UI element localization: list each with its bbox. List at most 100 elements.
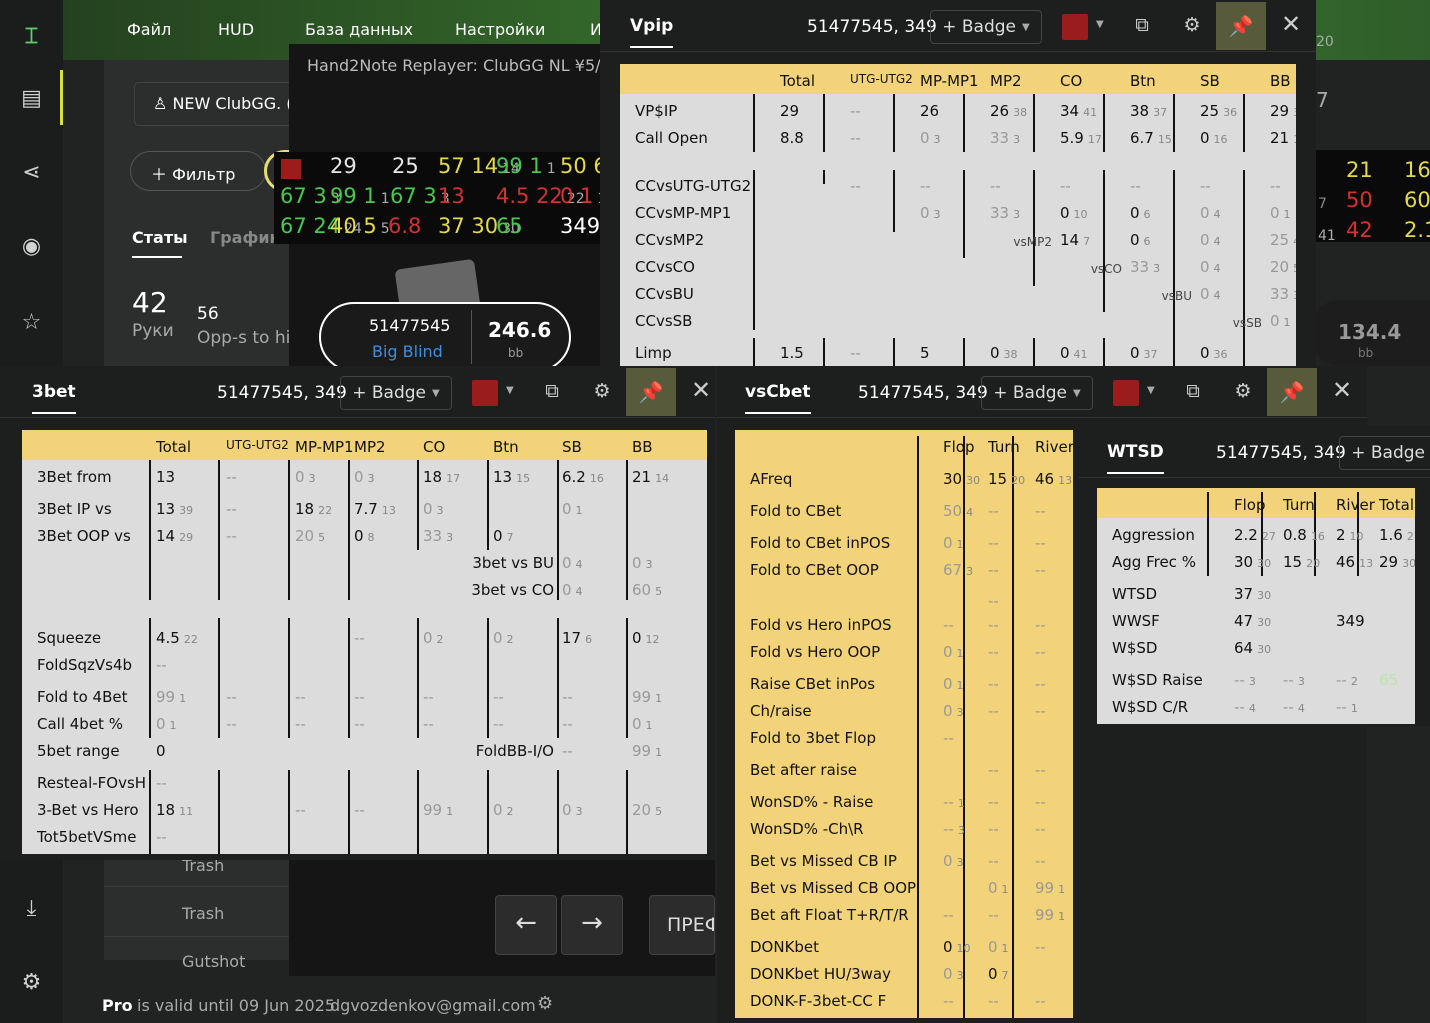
stat-cell: 7.7 13	[354, 500, 396, 518]
add-badge-button[interactable]: + Badge▼	[981, 376, 1093, 410]
add-badge-button[interactable]: + Badge▼	[340, 376, 452, 410]
stat-value: 20	[295, 527, 315, 545]
chevron-down-icon[interactable]: ▼	[1147, 385, 1155, 396]
column-separator	[557, 770, 559, 854]
stat-value: --	[1283, 671, 1294, 689]
add-badge-button[interactable]: + Badge▼	[930, 10, 1042, 44]
menu-database[interactable]: База данных	[305, 20, 413, 39]
download-icon[interactable]: ⤓	[0, 888, 63, 928]
stat-value: --	[1035, 793, 1046, 811]
hud-stat[interactable]: 29	[330, 154, 357, 178]
club-select[interactable]: ♙ NEW ClubGG. (	[134, 82, 294, 126]
stat-cell: 25 36	[1200, 102, 1237, 120]
chevron-down-icon[interactable]: ▼	[506, 385, 514, 396]
stat-cell: 13	[156, 468, 175, 486]
stat-sample: 30	[1257, 616, 1272, 629]
gear-icon[interactable]: ⚙	[588, 380, 616, 402]
hud-stat[interactable]: 25	[392, 154, 419, 178]
stat-value: vsCO	[1090, 262, 1122, 276]
stat-value: 0	[1130, 204, 1140, 222]
add-badge-button[interactable]: + Badge▼	[1339, 436, 1430, 470]
column-header: Turn	[988, 438, 1020, 456]
stat-cell: 03	[632, 554, 653, 572]
tab-stats[interactable]: Статы	[132, 228, 188, 247]
prev-button[interactable]: ←	[495, 895, 557, 955]
hud-stat[interactable]: 40 55	[330, 214, 390, 238]
club-name: NEW ClubGG. (	[172, 94, 293, 113]
stat-value: --	[988, 534, 999, 552]
hero-seat[interactable]: 51477545 Big Blind 246.6 bb	[319, 302, 571, 372]
stat-value: 0	[988, 938, 998, 956]
close-icon[interactable]: ✕	[1276, 10, 1306, 38]
stat-value: 5.9	[1060, 129, 1084, 147]
window-title-tab[interactable]: WTSD	[1107, 442, 1164, 474]
star-list-icon[interactable]: ☆	[0, 302, 63, 342]
window-player-id: 51477545, 349	[217, 383, 347, 403]
stat-value: --	[226, 527, 237, 545]
villain-seat[interactable]: 134.4 bb	[1310, 300, 1430, 366]
stat-value: 13	[156, 468, 176, 486]
stat-value: 6.7	[1130, 129, 1154, 147]
pin-icon[interactable]: 📌	[1216, 2, 1266, 50]
broadcast-icon[interactable]: ◉	[0, 226, 63, 266]
hud-stat[interactable]: 349	[560, 214, 600, 238]
logo-icon[interactable]: ⌶	[0, 16, 63, 56]
stat-sample: 3	[446, 531, 454, 544]
hud-stat[interactable]: 99 11	[330, 184, 390, 208]
stat-cell: 15 20	[1283, 553, 1320, 571]
stat-cell: --	[988, 675, 999, 693]
stat-cell: --	[226, 500, 237, 518]
column-separator	[823, 338, 825, 366]
stat-cell: 03	[943, 702, 964, 720]
menu-file[interactable]: Файл	[127, 20, 171, 39]
hud-stat[interactable]: 99 11	[496, 154, 556, 178]
window-title-tab[interactable]: vsCbet	[745, 382, 811, 414]
stat-cell: 02	[423, 629, 444, 647]
hud-stat[interactable]: 6.8	[388, 214, 421, 238]
stat-value: --	[493, 715, 504, 733]
stat-value: 0	[354, 468, 364, 486]
share-icon[interactable]: ⋖	[0, 152, 63, 192]
color-swatch[interactable]	[1062, 14, 1088, 40]
stat-sample: 3	[1293, 289, 1296, 302]
window-title-tab[interactable]: Vpip	[630, 16, 674, 48]
close-icon[interactable]: ✕	[686, 376, 716, 404]
next-button[interactable]: →	[561, 895, 623, 955]
column-header: Total	[1379, 496, 1415, 514]
gear-icon[interactable]: ⚙	[1229, 380, 1257, 402]
stat-sample: 1	[1058, 883, 1066, 896]
hud-stat[interactable]: 13	[438, 184, 465, 208]
filter-button[interactable]: ＋ Фильтр	[130, 151, 266, 191]
copy-icon[interactable]: ⧉	[1179, 380, 1207, 402]
window-title-tab[interactable]: 3bet	[32, 382, 76, 414]
tab-graph[interactable]: График	[210, 228, 280, 247]
color-swatch[interactable]	[472, 380, 498, 406]
stat-value: --	[226, 500, 237, 518]
row-label: Bet after raise	[750, 761, 857, 779]
pin-icon[interactable]: 📌	[626, 368, 676, 416]
hud-stat[interactable]: 65	[496, 214, 523, 238]
column-separator	[1033, 170, 1035, 286]
preflop-button[interactable]: ПРЕФ	[649, 895, 715, 955]
stat-cell: 0 10	[943, 938, 971, 956]
stat-value: --	[1035, 702, 1046, 720]
stat-value: --	[226, 688, 237, 706]
stat-cell: 04	[562, 554, 583, 572]
copy-icon[interactable]: ⧉	[1128, 14, 1156, 36]
chevron-down-icon[interactable]: ▼	[1096, 19, 1104, 30]
close-icon[interactable]: ✕	[1327, 376, 1357, 404]
stat-value: --	[1130, 177, 1141, 195]
pin-icon[interactable]: 📌	[1267, 368, 1317, 416]
stat-sample: 4	[1213, 208, 1221, 221]
account-gear-icon[interactable]: ⚙	[537, 993, 553, 1014]
copy-icon[interactable]: ⧉	[538, 380, 566, 402]
gear-icon[interactable]: ⚙	[1178, 14, 1206, 36]
stat-sample: 15	[1157, 133, 1172, 146]
color-swatch[interactable]	[1113, 380, 1139, 406]
gear-icon[interactable]: ⚙	[0, 962, 63, 1002]
menu-settings[interactable]: Настройки	[455, 20, 545, 39]
menu-hud[interactable]: HUD	[218, 20, 254, 39]
stat-value: 0	[1270, 204, 1280, 222]
stat-cell: 01	[1270, 204, 1291, 222]
report-icon[interactable]: ▤	[0, 78, 63, 118]
